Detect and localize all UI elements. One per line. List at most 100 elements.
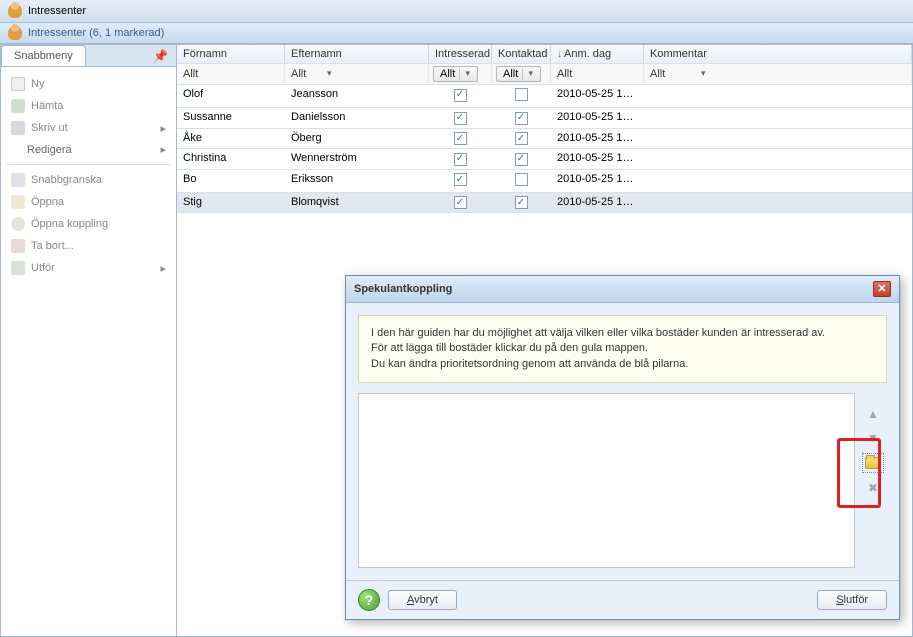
checkbox[interactable]: ✓ bbox=[515, 112, 528, 125]
table-cell: Åke bbox=[177, 129, 285, 149]
table-cell: 2010-05-25 10:4... bbox=[551, 108, 644, 128]
move-down-button[interactable]: ▼ bbox=[863, 429, 883, 447]
checkbox[interactable]: ✓ bbox=[454, 89, 467, 102]
table-row[interactable]: BoEriksson✓2010-05-25 10:4... bbox=[177, 170, 912, 193]
window-title: Intressenter bbox=[28, 5, 86, 17]
submenu-arrow-icon: ▸ bbox=[160, 122, 166, 135]
menu-item-label: Öppna koppling bbox=[31, 218, 108, 230]
table-cell bbox=[492, 85, 551, 107]
col-anm-dag[interactable]: ↓Anm. dag bbox=[551, 45, 644, 63]
menu-item-label: Ta bort... bbox=[31, 240, 74, 252]
filter-kommentar[interactable] bbox=[648, 66, 907, 82]
list-box[interactable] bbox=[358, 393, 855, 568]
checkbox[interactable]: ✓ bbox=[515, 196, 528, 209]
checkbox[interactable]: ✓ bbox=[454, 196, 467, 209]
table-cell: 2010-05-25 10:4... bbox=[551, 149, 644, 169]
menu-item-label: Snabbgranska bbox=[31, 174, 102, 186]
window-header: Intressenter bbox=[0, 0, 913, 23]
menu-item-ny[interactable]: Ny bbox=[5, 73, 172, 95]
menu-item-snabbgranska[interactable]: Snabbgranska bbox=[5, 169, 172, 191]
table-cell bbox=[492, 170, 551, 192]
table-row[interactable]: SussanneDanielsson ✓ ✓ 2010-05-25 10:4... bbox=[177, 108, 912, 129]
table-cell: ✓ bbox=[429, 129, 492, 149]
table-cell: Danielsson bbox=[285, 108, 429, 128]
remove-button[interactable]: ✖ bbox=[863, 479, 883, 497]
table-row[interactable]: ChristinaWennerström✓✓2010-05-25 10:4... bbox=[177, 149, 912, 170]
add-folder-button[interactable] bbox=[862, 453, 884, 473]
grid-filter-row: ▾ ▾ Allt▾ Allt▾ ▾ bbox=[177, 64, 912, 85]
table-cell: Bo bbox=[177, 170, 285, 192]
table-cell: Stig bbox=[177, 193, 285, 213]
filter-kontaktad[interactable]: Allt▾ bbox=[496, 66, 541, 82]
dialog-spekulantkoppling: Spekulantkoppling ✕ I den här guiden har… bbox=[345, 275, 900, 620]
cancel-button[interactable]: Avbryt bbox=[388, 590, 457, 610]
table-cell bbox=[644, 129, 912, 149]
sidebar: Snabbmeny 📌 Ny Hämta Skriv ut▸ Redigera ▸ Sna… bbox=[0, 44, 177, 637]
table-cell: 2010-05-25 10:4... bbox=[551, 85, 644, 107]
table-cell: Olof bbox=[177, 85, 285, 107]
table-cell: Christina bbox=[177, 149, 285, 169]
folder-icon bbox=[865, 457, 881, 469]
checkbox[interactable] bbox=[515, 88, 528, 101]
sort-arrow-icon: ↓ bbox=[557, 49, 562, 60]
table-cell: ✓ bbox=[492, 129, 551, 149]
filter-efternamn[interactable] bbox=[289, 66, 435, 82]
checkbox[interactable]: ✓ bbox=[515, 153, 528, 166]
move-up-button[interactable]: ▲ bbox=[863, 405, 883, 423]
user-icon bbox=[8, 26, 22, 40]
table-cell: Sussanne bbox=[177, 108, 285, 128]
table-cell bbox=[644, 193, 912, 213]
subheader: Intressenter (6, 1 markerad) bbox=[0, 23, 913, 44]
table-cell: Öberg bbox=[285, 129, 429, 149]
menu-item-ta-bort-[interactable]: Ta bort... bbox=[5, 235, 172, 257]
col-fornamn[interactable]: Förnamn bbox=[177, 45, 285, 63]
table-cell bbox=[644, 149, 912, 169]
grid-header: Förnamn Efternamn Intresserad Kontaktad … bbox=[177, 45, 912, 64]
submenu-arrow-icon: ▸ bbox=[160, 143, 166, 156]
list-tools: ▲ ▼ ✖ bbox=[859, 393, 887, 568]
close-button[interactable]: ✕ bbox=[873, 281, 891, 297]
info-line-3: Du kan ändra prioritetsordning genom att… bbox=[371, 357, 874, 372]
checkbox[interactable] bbox=[515, 173, 528, 186]
table-row[interactable]: ÅkeÖberg ✓ ✓ 2010-05-25 10:4... bbox=[177, 129, 912, 150]
menu-item-label: Utför bbox=[31, 262, 55, 274]
info-box: I den här guiden har du möjlighet att vä… bbox=[358, 315, 887, 383]
menu-item--ppna[interactable]: Öppna bbox=[5, 191, 172, 213]
table-cell bbox=[644, 170, 912, 192]
menu-item-redigera[interactable]: Redigera ▸ bbox=[5, 139, 172, 160]
table-cell: 2010-05-25 10:4... bbox=[551, 193, 644, 213]
filter-intresserad[interactable]: Allt▾ bbox=[433, 66, 478, 82]
dropdown-icon: ▾ bbox=[459, 68, 471, 80]
menu-item-h-mta[interactable]: Hämta bbox=[5, 95, 172, 117]
finish-button[interactable]: Slutför bbox=[817, 590, 887, 610]
help-button[interactable]: ? bbox=[358, 589, 380, 611]
table-row[interactable]: StigBlomqvist✓✓2010-05-25 10:4... bbox=[177, 193, 912, 214]
submenu-arrow-icon: ▸ bbox=[160, 262, 166, 275]
checkbox[interactable]: ✓ bbox=[454, 132, 467, 145]
menu-item-label: Hämta bbox=[31, 100, 63, 112]
col-intresserad[interactable]: Intresserad bbox=[429, 45, 492, 63]
col-efternamn[interactable]: Efternamn bbox=[285, 45, 429, 63]
table-cell: 2010-05-25 10:4... bbox=[551, 129, 644, 149]
col-kommentar[interactable]: Kommentar bbox=[644, 45, 912, 63]
table-cell: ✓ bbox=[492, 149, 551, 169]
user-icon bbox=[8, 4, 22, 18]
menu-item-label: Redigera bbox=[27, 144, 72, 156]
table-cell: ✓ bbox=[429, 108, 492, 128]
pin-icon[interactable]: 📌 bbox=[145, 49, 176, 63]
subheader-text: Intressenter (6, 1 markerad) bbox=[28, 27, 164, 39]
menu-item-utf-r[interactable]: Utför ▸ bbox=[5, 257, 172, 279]
tab-snabbmeny[interactable]: Snabbmeny bbox=[1, 45, 86, 66]
table-cell: ✓ bbox=[429, 85, 492, 107]
checkbox[interactable]: ✓ bbox=[515, 132, 528, 145]
table-cell: 2010-05-25 10:4... bbox=[551, 170, 644, 192]
menu-item-skriv-ut[interactable]: Skriv ut▸ bbox=[5, 117, 172, 139]
del-icon bbox=[11, 239, 25, 253]
menu-separator bbox=[7, 164, 170, 165]
menu-item--ppna-koppling[interactable]: Öppna koppling bbox=[5, 213, 172, 235]
checkbox[interactable]: ✓ bbox=[454, 173, 467, 186]
table-row[interactable]: OlofJeansson✓2010-05-25 10:4... bbox=[177, 85, 912, 108]
checkbox[interactable]: ✓ bbox=[454, 112, 467, 125]
col-kontaktad[interactable]: Kontaktad bbox=[492, 45, 551, 63]
checkbox[interactable]: ✓ bbox=[454, 153, 467, 166]
